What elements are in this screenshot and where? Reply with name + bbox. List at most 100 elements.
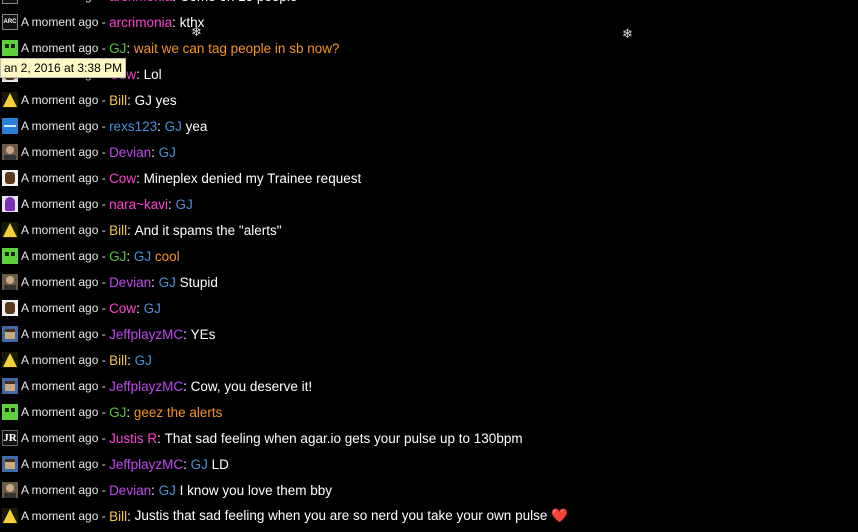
user-mention-link[interactable]: GJ <box>159 145 176 160</box>
message-timestamp[interactable]: A moment ago <box>21 301 98 315</box>
message-timestamp[interactable]: A moment ago <box>21 405 98 419</box>
username-link[interactable]: Bill <box>109 223 127 238</box>
devian-avatar[interactable] <box>2 482 18 498</box>
username-link[interactable]: GJ <box>109 405 126 420</box>
bill-avatar[interactable] <box>2 92 18 108</box>
jeffplayzmc-avatar[interactable] <box>2 456 18 472</box>
jeffplayzmc-avatar[interactable] <box>2 378 18 394</box>
name-colon: : <box>157 430 165 446</box>
devian-avatar[interactable] <box>2 274 18 290</box>
username-link[interactable]: Bill <box>109 353 127 368</box>
message-timestamp[interactable]: A moment ago <box>21 197 98 211</box>
message-text: I know you love them bby <box>179 482 332 498</box>
name-colon: : <box>151 144 159 160</box>
bill-avatar[interactable] <box>2 352 18 368</box>
message-timestamp[interactable]: A moment ago <box>21 119 98 133</box>
username-link[interactable]: Bill <box>109 93 127 108</box>
username-link[interactable]: rexs123 <box>109 119 157 134</box>
user-mention-link[interactable]: GJ <box>159 275 176 290</box>
cow-avatar[interactable] <box>2 170 18 186</box>
user-mention-link[interactable]: GJ <box>135 353 152 368</box>
username-link[interactable]: JeffplayzMC <box>109 327 183 342</box>
message-timestamp[interactable]: A moment ago <box>21 509 98 523</box>
username-link[interactable]: GJ <box>109 249 126 264</box>
timestamp-separator: - <box>98 457 110 471</box>
username-link[interactable]: Devian <box>109 145 151 160</box>
chat-message-row: A moment ago - JeffplayzMC: YEs <box>0 321 858 347</box>
message-text: geez the alerts <box>133 404 223 420</box>
username-link[interactable]: Devian <box>109 483 151 498</box>
user-mention-link[interactable]: GJ <box>144 301 161 316</box>
username-link[interactable]: Devian <box>109 275 151 290</box>
message-text: cool <box>154 248 180 264</box>
name-colon: : <box>136 66 144 82</box>
gj-avatar[interactable] <box>2 404 18 420</box>
username-link[interactable]: JeffplayzMC <box>109 457 183 472</box>
name-colon: : <box>151 274 159 290</box>
arcrimonia-avatar[interactable]: ARC <box>2 0 18 4</box>
message-timestamp[interactable]: A moment ago <box>21 145 98 159</box>
timestamp-separator: - <box>98 223 110 237</box>
bill-avatar[interactable] <box>2 508 18 524</box>
message-timestamp[interactable]: A moment ago <box>21 249 98 263</box>
chat-message-row: A moment ago - JeffplayzMC: GJ LD <box>0 451 858 477</box>
user-mention-link[interactable]: GJ <box>134 249 151 264</box>
name-colon: : <box>126 40 134 56</box>
message-timestamp[interactable]: A moment ago <box>21 41 98 55</box>
jeffplayzmc-avatar[interactable] <box>2 326 18 342</box>
user-mention-link[interactable]: GJ <box>159 483 176 498</box>
name-colon: : <box>183 378 191 394</box>
user-mention-link[interactable]: GJ <box>191 457 208 472</box>
message-text: And it spams the "alerts" <box>134 222 282 238</box>
username-link[interactable]: nara~kavi <box>109 197 168 212</box>
chat-message-row: A moment ago - GJ: GJ cool <box>0 243 858 269</box>
justis-avatar[interactable]: JR <box>2 430 18 446</box>
message-timestamp[interactable]: A moment ago <box>21 15 98 29</box>
user-mention-link[interactable]: GJ <box>165 119 182 134</box>
timestamp-separator: - <box>98 327 110 341</box>
username-link[interactable]: JeffplayzMC <box>109 379 183 394</box>
cow-avatar[interactable] <box>2 300 18 316</box>
arcrimonia-avatar[interactable]: ARC <box>2 14 18 30</box>
chat-message-row: A moment ago - Cow: Mineplex denied my T… <box>0 165 858 191</box>
shoutbox-message-list: ARCA moment ago - arcrimonia: Come on 15… <box>0 0 858 529</box>
username-link[interactable]: Bill <box>109 509 127 524</box>
message-timestamp[interactable]: A moment ago <box>21 483 98 497</box>
timestamp-separator: - <box>98 405 110 419</box>
username-link[interactable]: Cow <box>109 171 136 186</box>
bill-avatar[interactable] <box>2 222 18 238</box>
message-timestamp[interactable]: A moment ago <box>21 171 98 185</box>
username-link[interactable]: arcrimonia <box>109 15 172 30</box>
message-timestamp[interactable]: A moment ago <box>21 457 98 471</box>
message-timestamp[interactable]: A moment ago <box>21 431 98 445</box>
username-link[interactable]: GJ <box>109 41 126 56</box>
message-text: That sad feeling when agar.io gets your … <box>164 430 523 446</box>
chat-message-row: JR A moment ago - Justis R: That sad feel… <box>0 425 858 451</box>
name-colon: : <box>127 508 135 524</box>
message-timestamp[interactable]: A moment ago <box>21 327 98 341</box>
message-timestamp[interactable]: A moment ago <box>21 0 98 3</box>
username-link[interactable]: Justis R <box>109 431 157 446</box>
name-colon: : <box>151 482 159 498</box>
gj-avatar[interactable] <box>2 248 18 264</box>
gj-avatar[interactable] <box>2 40 18 56</box>
chat-message-row: A moment ago - GJ: wait we can tag peopl… <box>0 35 858 61</box>
devian-avatar[interactable] <box>2 144 18 160</box>
message-timestamp[interactable]: A moment ago <box>21 379 98 393</box>
message-timestamp[interactable]: A moment ago <box>21 223 98 237</box>
message-text: YEs <box>190 326 216 342</box>
name-colon: : <box>136 170 144 186</box>
chat-message-row: A moment ago - Bill: And it spams the "a… <box>0 217 858 243</box>
message-text: Justis that sad feeling when you are so … <box>134 508 568 523</box>
name-colon: : <box>183 326 191 342</box>
message-timestamp[interactable]: A moment ago <box>21 353 98 367</box>
message-timestamp[interactable]: A moment ago <box>21 93 98 107</box>
user-mention-link[interactable]: GJ <box>176 197 193 212</box>
timestamp-separator: - <box>98 249 110 263</box>
message-timestamp[interactable]: A moment ago <box>21 275 98 289</box>
name-colon: : <box>172 0 180 4</box>
rexs123-avatar[interactable] <box>2 118 18 134</box>
nara-avatar[interactable] <box>2 196 18 212</box>
username-link[interactable]: Cow <box>109 301 136 316</box>
username-link[interactable]: arcrimonia <box>109 0 172 4</box>
